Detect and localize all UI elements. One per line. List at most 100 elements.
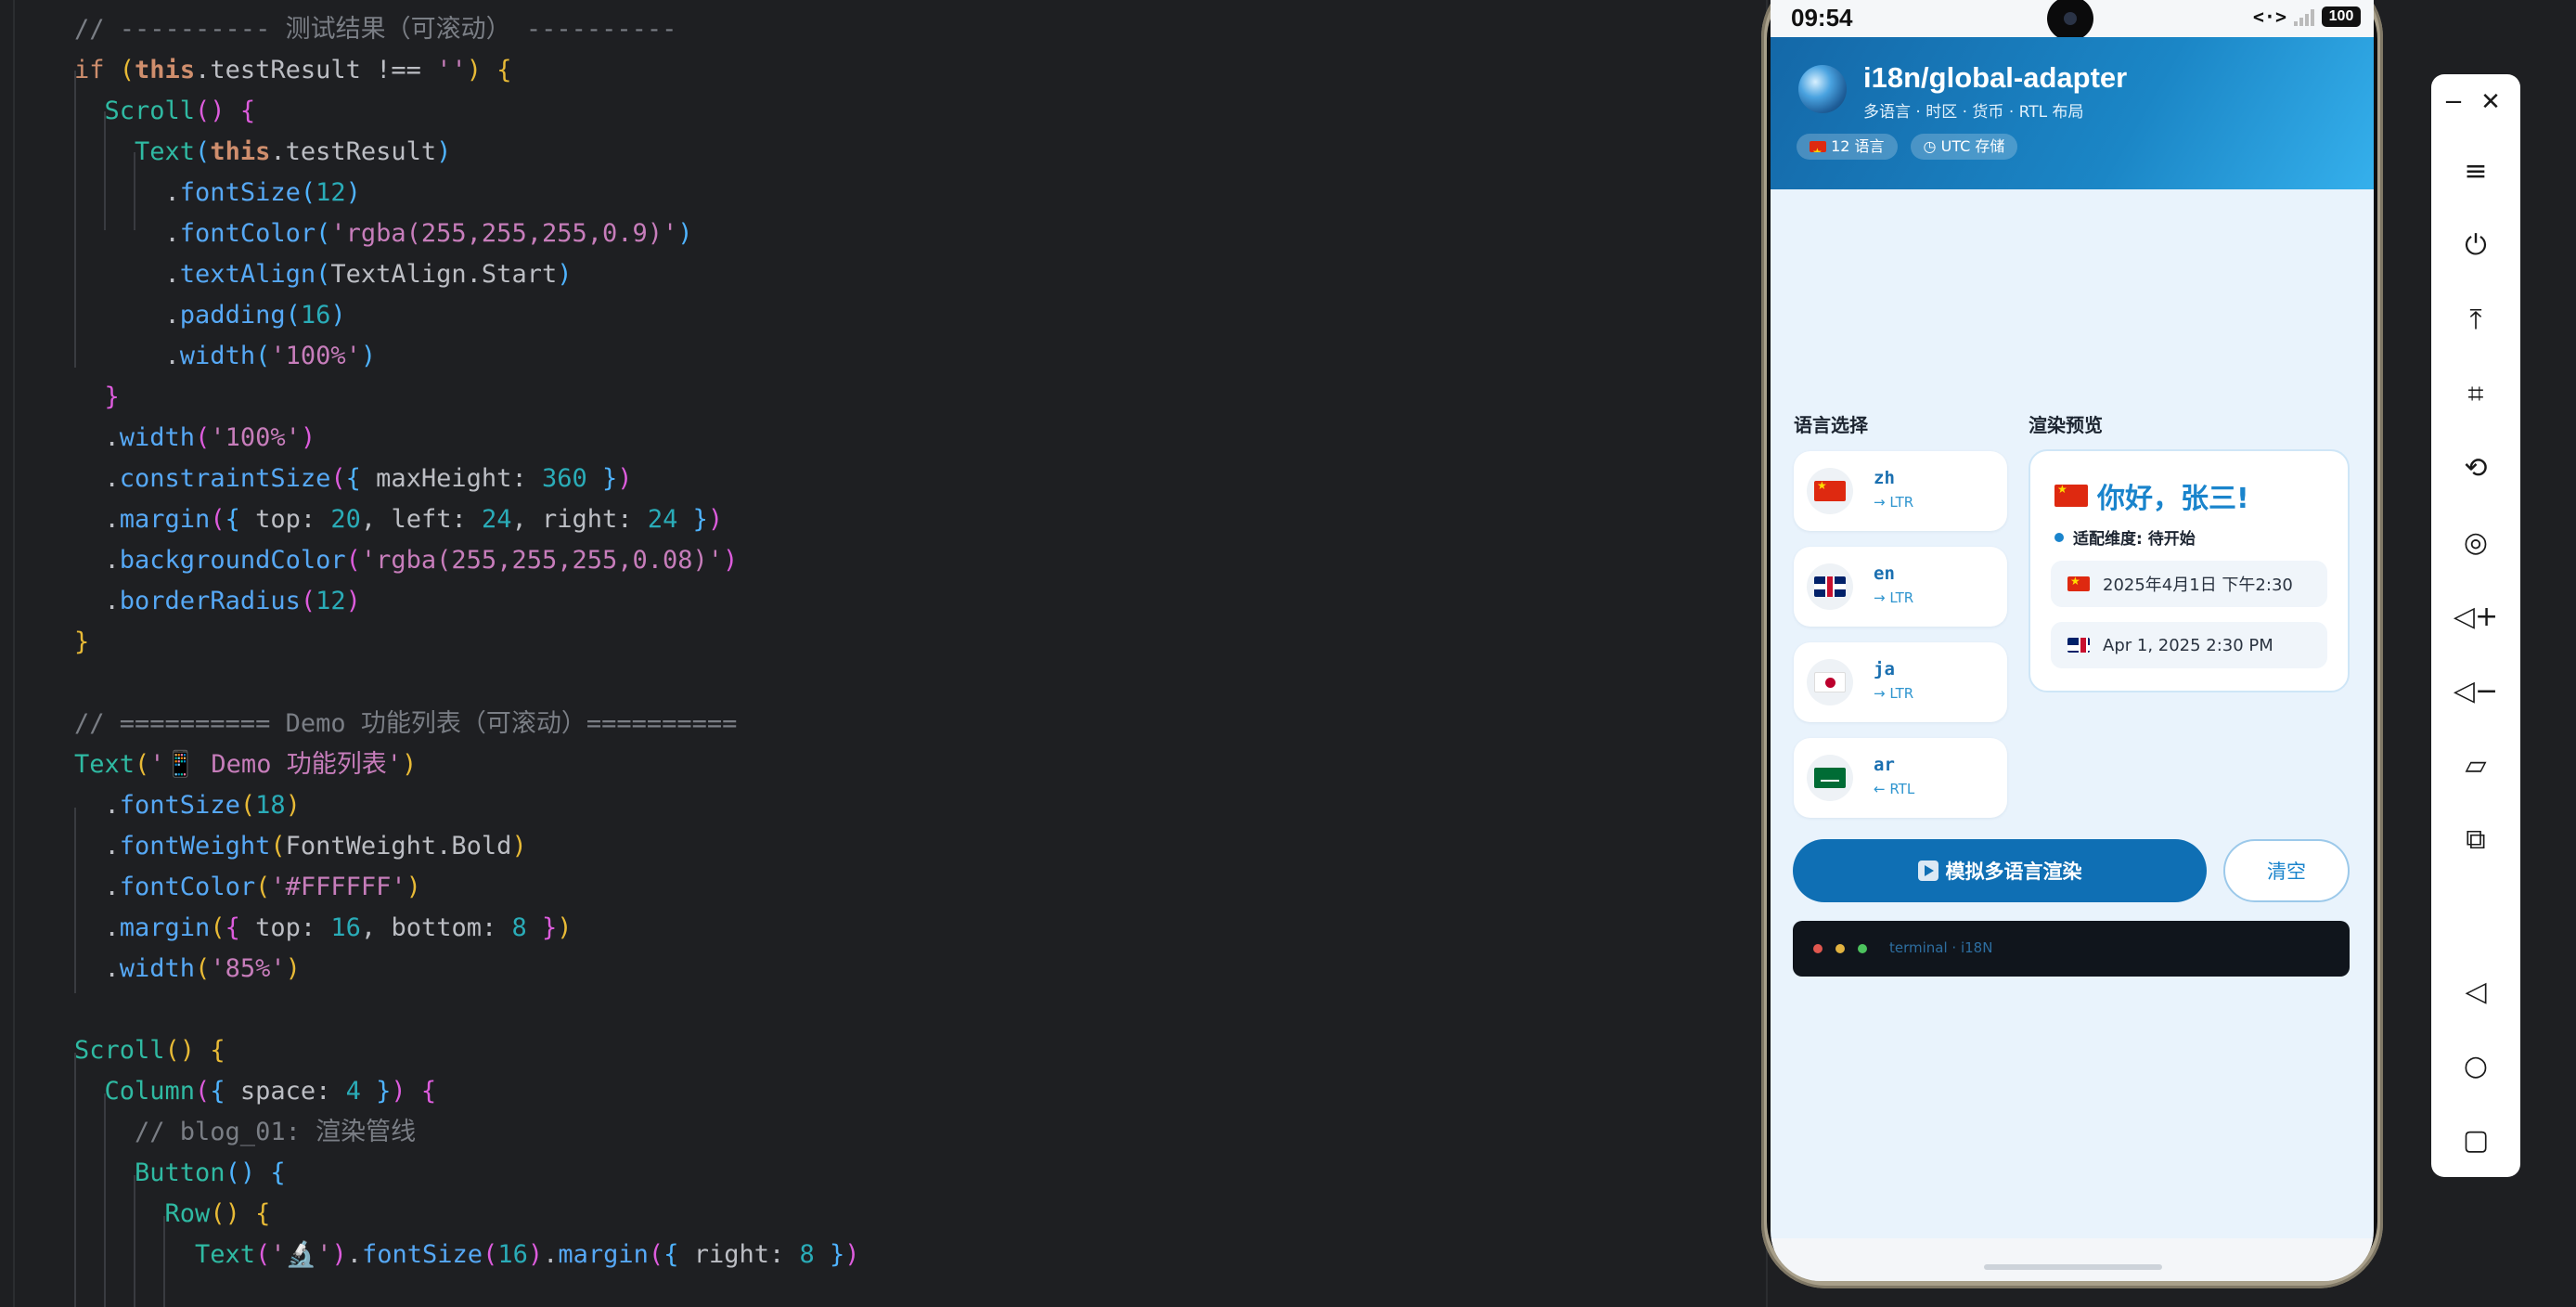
emulator-toolbar: − ✕ ≡ ⏻ ⤒ ⌗ ⟲ ◎ ◁+ ◁− ▱ ⧉ ◁ ○ ▢ (2431, 74, 2520, 1177)
code-token: Scroll (74, 97, 196, 125)
code-token: 20 (330, 505, 361, 534)
terminal-panel: terminal · i18N (1793, 921, 2350, 977)
code-token: width (119, 954, 196, 983)
screenshot-icon[interactable]: ◎ (2431, 514, 2520, 570)
terminal-label: terminal · i18N (1889, 939, 1993, 956)
code-token: fontColor (179, 219, 316, 248)
code-token: width (179, 342, 256, 370)
code-token: Button (74, 1158, 225, 1187)
language-code: ja (1874, 659, 1895, 679)
code-token: . (74, 913, 120, 942)
code-line: .fontWeight(FontWeight.Bold) (74, 826, 527, 867)
clear-button[interactable]: 清空 (2223, 839, 2350, 902)
volume-up-icon[interactable]: ◁+ (2431, 589, 2520, 644)
code-token: . (74, 832, 120, 861)
code-token: Column (74, 1077, 196, 1106)
code-token: } (526, 913, 558, 942)
home-icon[interactable]: ○ (2431, 1038, 2520, 1093)
recents-icon[interactable]: ▢ (2431, 1112, 2520, 1168)
simulate-render-button[interactable]: 模拟多语言渲染 (1793, 839, 2207, 902)
code-token: . (195, 56, 211, 84)
code-token: right (693, 1240, 769, 1269)
crop-icon[interactable]: ⌗ (2431, 366, 2520, 421)
code-token: . (74, 178, 180, 207)
app-subtitle: 多语言 · 时区 · 货币 · RTL 布局 (1863, 103, 2084, 122)
code-token: ( (345, 546, 361, 575)
home-indicator[interactable] (1984, 1264, 2162, 1270)
simulate-render-label: 模拟多语言渲染 (1945, 861, 2082, 883)
code-line: .margin({ top: 20, left: 24, right: 24 }… (74, 499, 724, 540)
preview-section-label: 渲染预览 (2029, 414, 2103, 436)
status-time: 09:54 (1791, 4, 1853, 32)
text-direction: → LTR (1874, 685, 1914, 702)
code-token: } (677, 505, 708, 534)
code-line: Row() { (74, 1194, 271, 1235)
shake-icon[interactable]: ▱ (2431, 737, 2520, 793)
code-line: .fontColor('rgba(255,255,255,0.9)') (74, 214, 693, 254)
code-token: 16 (300, 301, 331, 330)
code-token: ) (723, 546, 739, 575)
code-token: . (74, 505, 120, 534)
code-token: '' (436, 56, 467, 84)
phone-screen[interactable]: 09:54 <·> 100 i18n/global-adapter 多语言 · … (1771, 0, 2374, 1281)
code-line: .width('100%') (74, 336, 377, 377)
code-token: ) (300, 423, 316, 452)
code-line: } (74, 377, 120, 418)
code-token: , (360, 913, 392, 942)
code-token: { (225, 505, 256, 534)
front-camera (2047, 0, 2093, 41)
code-token: ( (255, 1240, 271, 1269)
code-token: 4 (345, 1077, 361, 1106)
code-token: !== (376, 56, 437, 84)
power-icon[interactable]: ⏻ (2431, 217, 2520, 273)
greeting-text: 你好，张三! (2097, 483, 2249, 515)
code-token: '100%' (210, 423, 301, 452)
pin-top-icon[interactable]: ⤒ (2431, 291, 2520, 347)
back-icon[interactable]: ◁ (2431, 964, 2520, 1019)
code-token: ( (195, 423, 211, 452)
china-flag-icon (2067, 576, 2090, 591)
multi-device-icon[interactable]: ⧉ (2431, 811, 2520, 867)
volume-down-icon[interactable]: ◁− (2431, 663, 2520, 718)
code-token: borderRadius (119, 587, 301, 615)
code-token: ( (483, 1240, 498, 1269)
language-option-zh[interactable]: zh → LTR (1794, 451, 2007, 531)
code-token: } (74, 382, 120, 411)
code-token: '📱 Demo 功能列表' (149, 750, 402, 779)
china-flag-icon (2054, 485, 2088, 507)
code-token: } (74, 628, 90, 656)
code-token: } (360, 1077, 392, 1106)
code-token: . (270, 137, 286, 166)
language-option-ar[interactable]: ar ← RTL (1794, 738, 2007, 818)
code-token: 18 (255, 791, 286, 820)
code-token: () { (195, 97, 256, 125)
code-token: 16 (330, 913, 361, 942)
code-token: ( (648, 1240, 664, 1269)
language-option-en[interactable]: en → LTR (1794, 547, 2007, 627)
rotate-icon[interactable]: ⟲ (2431, 440, 2520, 496)
clear-label: 清空 (2267, 861, 2306, 883)
menu-icon[interactable]: ≡ (2431, 143, 2520, 199)
close-icon[interactable]: ✕ (2468, 74, 2513, 130)
code-line: if (this.testResult !== '') { (74, 50, 511, 91)
code-token: . (74, 342, 180, 370)
text-direction: → LTR (1874, 589, 1914, 606)
flag-badge (1807, 755, 1853, 801)
code-token: ( (239, 791, 256, 820)
language-option-ja[interactable]: ja → LTR (1794, 642, 2007, 722)
code-token: ( (195, 954, 211, 983)
code-token: textAlign (179, 260, 316, 289)
code-token: left (391, 505, 452, 534)
code-token: } (586, 464, 618, 493)
date-zh-text: 2025年4月1日 下午2:30 (2103, 576, 2293, 595)
code-token: '#FFFFFF' (270, 873, 406, 901)
code-editor[interactable]: // ---------- 测试结果（可滚动） ---------- if (th… (0, 0, 1763, 1307)
code-token: '🔬' (270, 1240, 332, 1269)
code-token: 24 (481, 505, 512, 534)
code-token: fontSize (362, 1240, 483, 1269)
code-token: : (300, 913, 331, 942)
flag-badge (1807, 468, 1853, 514)
status-dot-icon (2054, 532, 2064, 542)
code-token: padding (179, 301, 286, 330)
code-line: Button() { (74, 1153, 286, 1194)
